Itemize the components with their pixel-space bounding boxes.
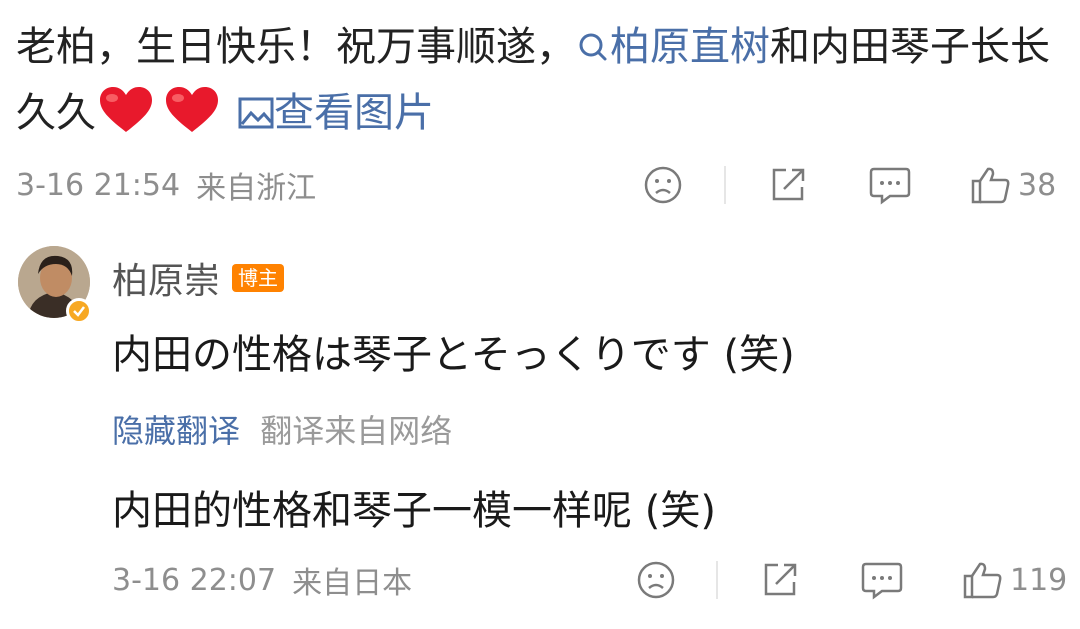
- comment-button[interactable]: [868, 162, 912, 208]
- comment-icon: [861, 562, 903, 600]
- search-icon: [579, 33, 607, 61]
- image-icon: [238, 97, 274, 129]
- reply-dislike-button[interactable]: [636, 557, 676, 603]
- reply-like-button[interactable]: 119: [962, 557, 1067, 603]
- comment-text-before: 老柏，生日快乐！祝万事顺遂，: [16, 24, 576, 70]
- comment-actions: 38: [0, 162, 1080, 208]
- reply-author[interactable]: 柏原崇 博主: [112, 252, 285, 304]
- view-image-label: 查看图片: [274, 90, 434, 136]
- verified-icon: [66, 298, 92, 324]
- reply-like-count: 119: [1010, 562, 1068, 598]
- reply-share-button[interactable]: [760, 557, 800, 603]
- view-image-link[interactable]: 查看图片: [238, 90, 434, 136]
- translation-row: 隐藏翻译 翻译来自网络: [112, 406, 452, 452]
- sad-face-icon: [637, 561, 675, 599]
- heart-icon: [98, 86, 154, 154]
- like-button[interactable]: 38: [970, 162, 1056, 208]
- reply-comment-button[interactable]: [860, 557, 904, 603]
- author-badge: 博主: [232, 264, 285, 292]
- comment-icon: [869, 167, 911, 205]
- share-button[interactable]: [768, 162, 808, 208]
- translation-source: 翻译来自网络: [260, 412, 453, 450]
- like-count: 38: [1018, 167, 1057, 203]
- hide-translation-link[interactable]: 隐藏翻译: [112, 412, 240, 450]
- share-icon: [764, 563, 797, 596]
- sad-face-icon: [644, 166, 682, 204]
- comment-text: 老柏，生日快乐！祝万事顺遂， 柏原直树和内田琴子长长久久 查看图片: [16, 14, 1066, 154]
- reply-author-name: 柏原崇: [112, 261, 221, 302]
- dislike-button[interactable]: [643, 162, 683, 208]
- heart-icon: [164, 86, 220, 154]
- reply-actions: 119: [0, 557, 1080, 603]
- thumbs-up-icon: [963, 562, 1002, 599]
- translated-text: 内田的性格和琴子一模一样呢 (笑): [112, 488, 716, 534]
- divider: [724, 166, 726, 204]
- divider: [716, 561, 718, 599]
- reply-text: 内田の性格は琴子とそっくりです (笑): [112, 332, 795, 378]
- share-icon: [772, 168, 805, 201]
- mention-link-label: 柏原直树: [610, 24, 770, 70]
- mention-link[interactable]: 柏原直树: [576, 24, 770, 70]
- thumbs-up-icon: [971, 167, 1010, 204]
